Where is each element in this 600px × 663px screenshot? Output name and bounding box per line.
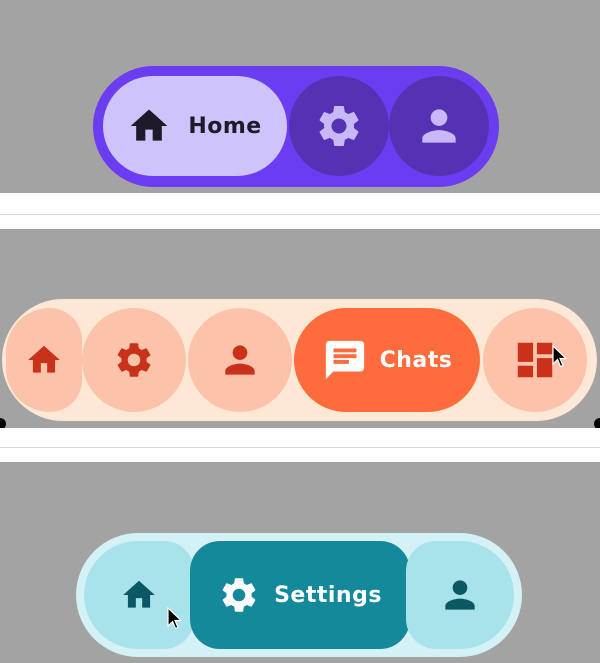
- corner-notch: [594, 418, 600, 428]
- preview-panel-purple: Home: [0, 0, 600, 193]
- home-icon: [124, 104, 174, 148]
- gear-icon: [218, 574, 260, 616]
- mouse-cursor-icon: [552, 345, 568, 368]
- bottom-nav-bar: Chats: [2, 299, 597, 421]
- home-icon: [118, 576, 160, 614]
- nav-item-home[interactable]: [84, 541, 194, 649]
- chat-icon: [322, 337, 368, 383]
- divider: [0, 214, 600, 215]
- person-icon: [438, 573, 482, 617]
- preview-panel-orange: Chats: [0, 229, 600, 428]
- nav-item-settings[interactable]: [289, 76, 389, 176]
- gear-icon: [314, 101, 364, 151]
- nav-item-settings[interactable]: [82, 308, 186, 412]
- person-icon: [414, 101, 464, 151]
- corner-notch: [0, 418, 6, 428]
- nav-item-label: Chats: [379, 347, 453, 373]
- bottom-nav-bar: Home: [93, 66, 499, 187]
- nav-item-profile[interactable]: [406, 541, 514, 649]
- mouse-cursor-icon: [167, 607, 183, 630]
- nav-item-profile[interactable]: [389, 76, 489, 176]
- nav-item-settings[interactable]: Settings: [190, 541, 410, 649]
- nav-item-home[interactable]: Home: [103, 76, 287, 176]
- person-icon: [218, 338, 262, 382]
- nav-item-dashboard[interactable]: [483, 308, 587, 412]
- preview-panel-teal: Settings: [0, 462, 600, 663]
- gear-icon: [113, 339, 155, 381]
- nav-item-chats[interactable]: Chats: [294, 308, 480, 412]
- nav-item-home[interactable]: [6, 308, 82, 412]
- bottom-nav-bar: Settings: [76, 533, 522, 657]
- nav-item-profile[interactable]: [188, 308, 292, 412]
- home-icon: [23, 341, 65, 379]
- nav-item-label: Settings: [274, 582, 382, 608]
- divider: [0, 447, 600, 448]
- nav-item-label: Home: [188, 113, 262, 139]
